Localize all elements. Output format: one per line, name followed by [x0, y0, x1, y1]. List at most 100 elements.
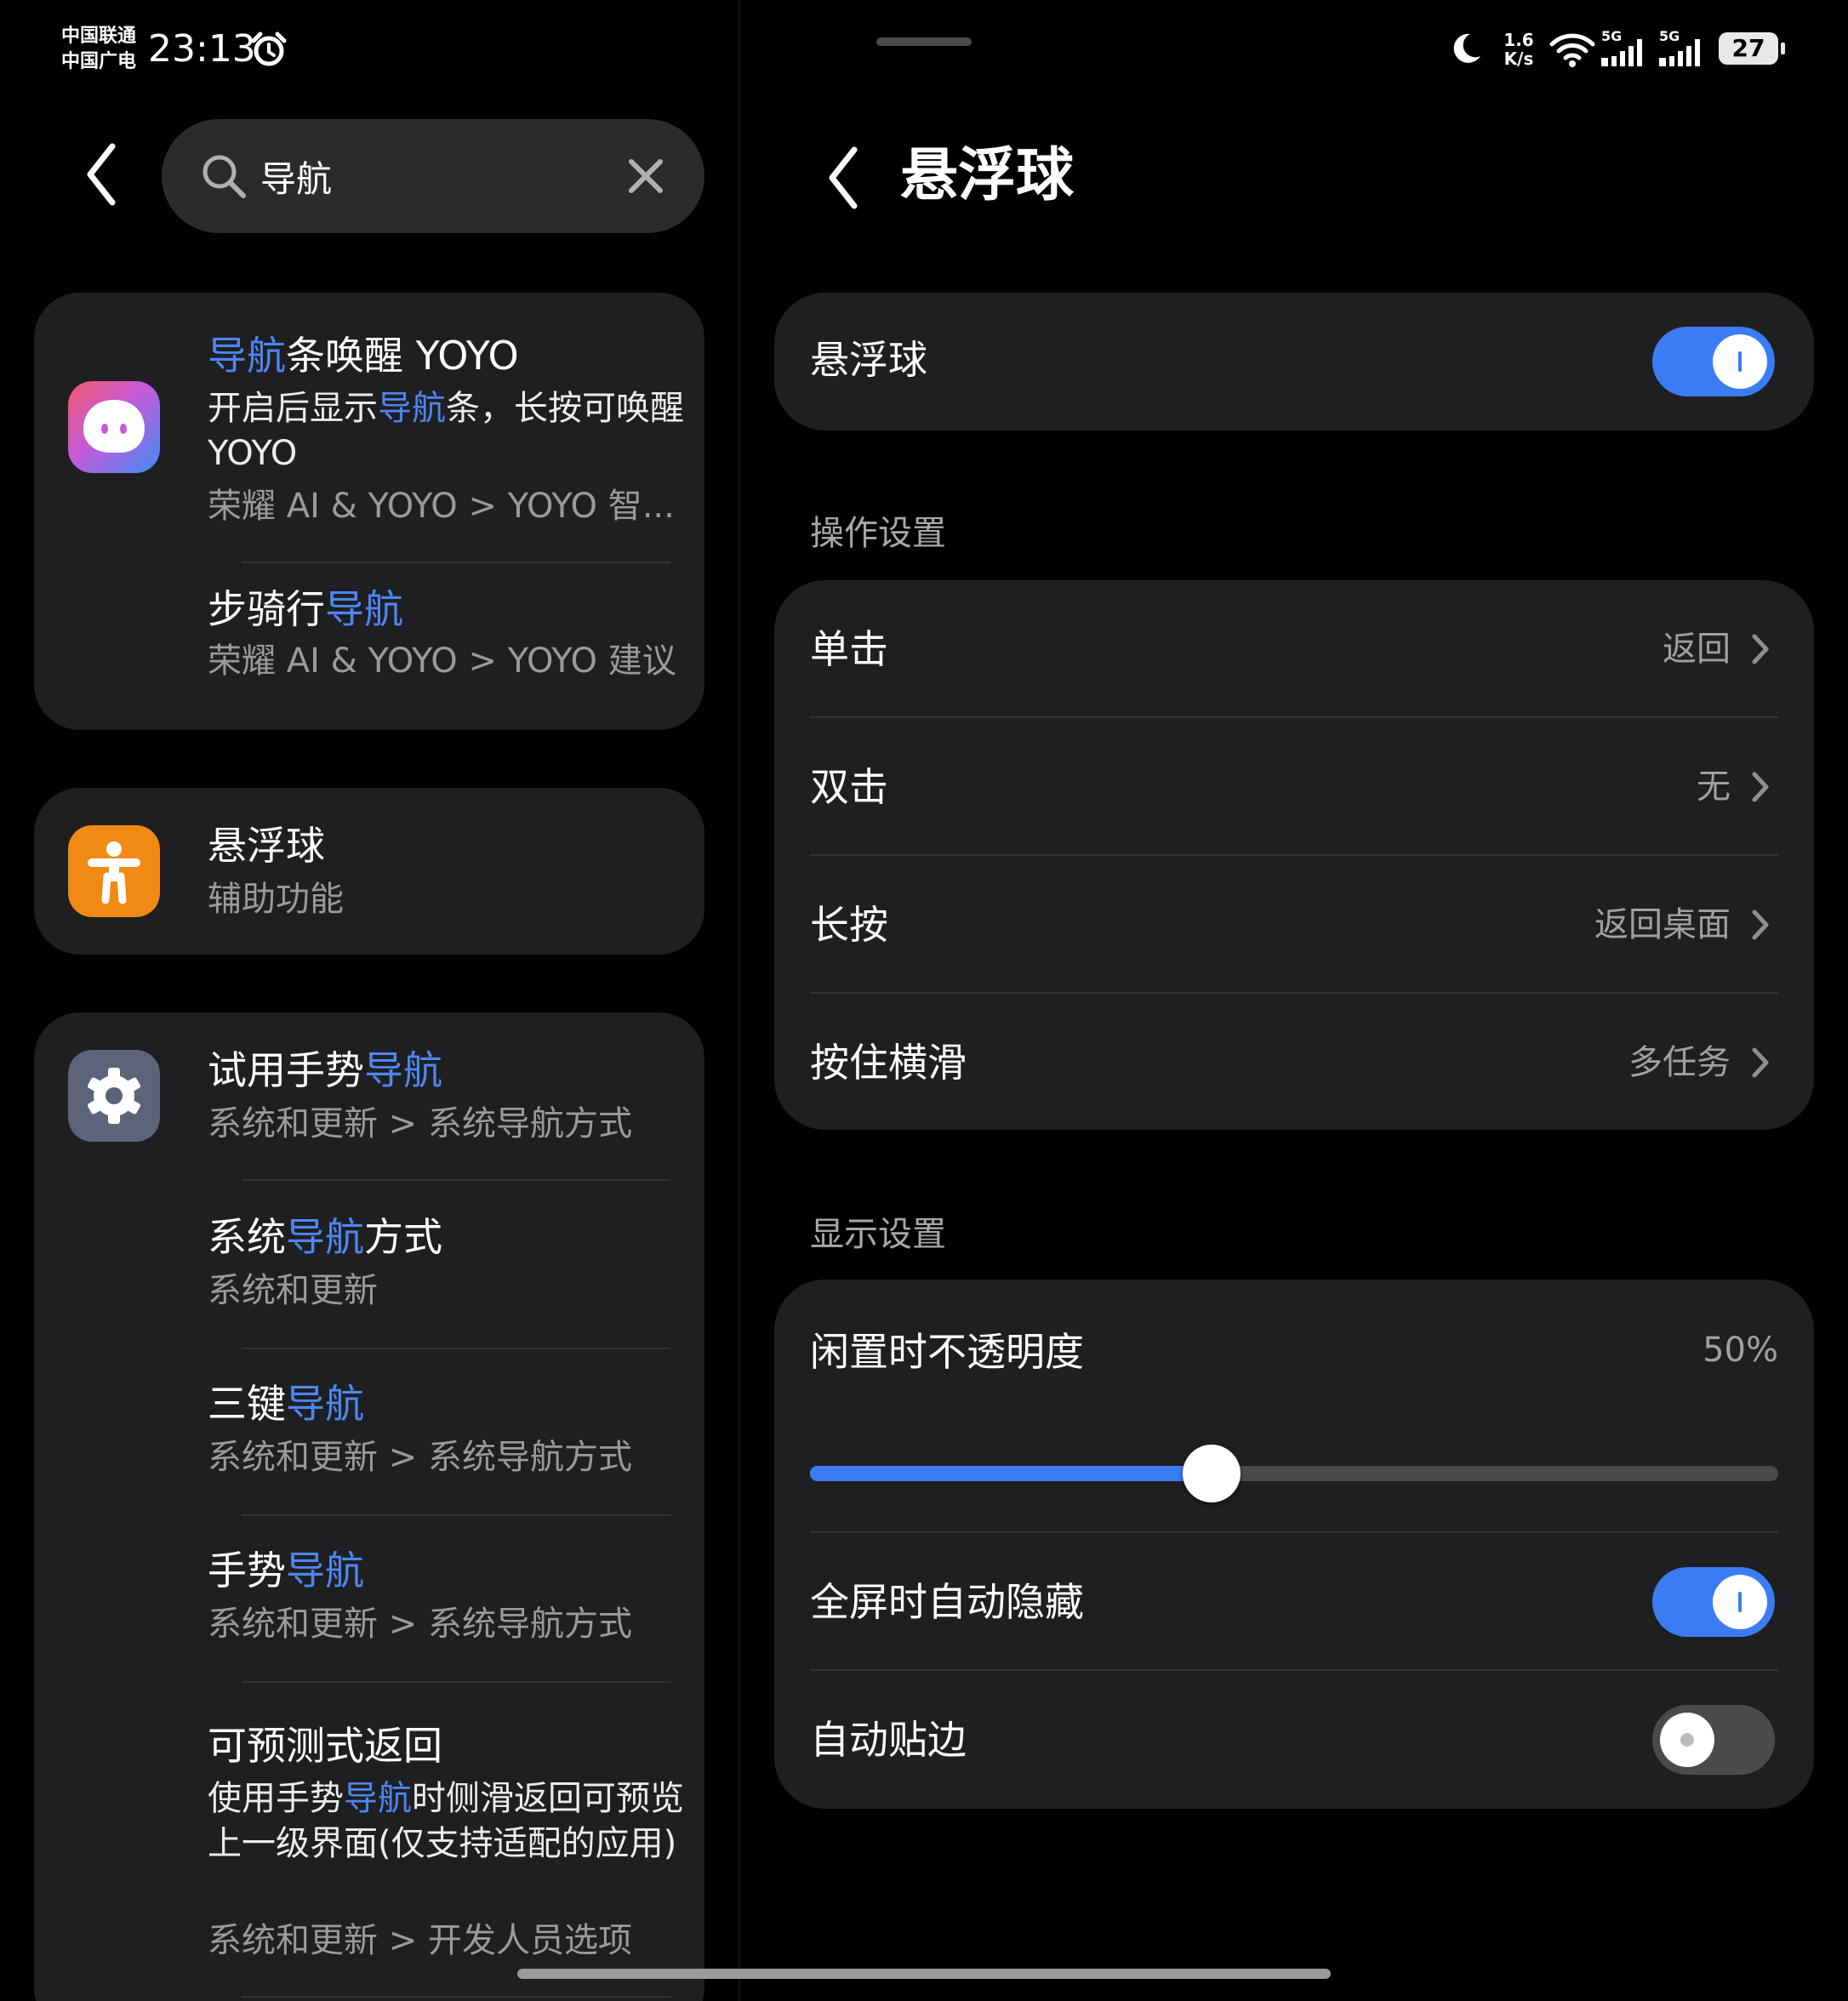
result-path: 系统和更新 [208, 1271, 378, 1310]
result-item[interactable]: 试用手势导航 系统和更新 > 系统导航方式 [34, 1012, 704, 1179]
title-part: 导航 [286, 1548, 364, 1593]
title-part: 导航 [364, 1047, 442, 1093]
row-label: 单击 [810, 626, 888, 672]
result-group-navigation: 试用手势导航 系统和更新 > 系统导航方式 系统导航方式 系统和更新 三键导航 … [34, 1012, 704, 2001]
floating-ball-row[interactable]: 悬浮球 [774, 293, 1814, 430]
press-swipe-row[interactable]: 按住横滑 多任务 [774, 994, 1814, 1132]
chevron-right-icon [1752, 634, 1769, 664]
row-value: 返回 [1663, 630, 1731, 669]
back-chevron-icon[interactable] [78, 136, 126, 213]
home-indicator[interactable] [517, 1969, 1331, 1979]
yoyo-assistant-icon [68, 381, 160, 473]
network-type-1: 5G [1601, 28, 1622, 44]
result-divider [242, 1996, 670, 1998]
row-label: 长按 [810, 902, 888, 948]
title-part: 导航 [325, 586, 403, 632]
toggle-knob [1713, 1575, 1767, 1629]
result-item[interactable]: 系统导航方式 系统和更新 [34, 1181, 704, 1348]
chevron-right-icon [1752, 909, 1769, 940]
result-item[interactable]: 导航条唤醒 YOYO 开启后显示导航条，长按可唤醒 YOYO 荣耀 AI & Y… [34, 293, 704, 562]
result-title: 步骑行导航 [208, 584, 403, 635]
result-item[interactable]: 手势导航 系统和更新 > 系统导航方式 [34, 1516, 704, 1683]
opacity-slider-fill [810, 1466, 1212, 1481]
auto-edge-row[interactable]: 自动贴边 [774, 1671, 1814, 1809]
chevron-right-icon [1752, 772, 1769, 802]
result-title: 悬浮球 [208, 820, 325, 871]
title-part: 悬浮球 [208, 823, 325, 869]
result-path: 系统和更新 > 系统导航方式 [208, 1104, 632, 1143]
chevron-right-icon [1752, 1047, 1769, 1078]
result-title: 三键导航 [208, 1378, 364, 1429]
network-type-2: 5G [1659, 28, 1680, 44]
desc-part: 使用手势 [208, 1779, 344, 1818]
row-label: 全屏时自动隐藏 [810, 1579, 1084, 1625]
row-value: 多任务 [1628, 1043, 1731, 1082]
auto-edge-toggle[interactable] [1652, 1705, 1775, 1775]
result-title: 系统导航方式 [208, 1211, 442, 1263]
window-drag-handle[interactable] [876, 37, 972, 46]
search-bar[interactable] [162, 119, 704, 233]
result-item[interactable]: 步骑行导航 荣耀 AI & YOYO > YOYO 建议 [34, 563, 704, 730]
network-speed-unit: K/s [1503, 48, 1534, 69]
page-title: 悬浮球 [900, 142, 1075, 209]
opacity-slider-track[interactable] [810, 1466, 1778, 1481]
desc-part: 导航 [378, 389, 446, 428]
row-label: 按住横滑 [810, 1040, 967, 1086]
result-group-yoyo: 导航条唤醒 YOYO 开启后显示导航条，长按可唤醒 YOYO 荣耀 AI & Y… [34, 293, 704, 730]
opacity-value: 50% [1703, 1331, 1778, 1370]
desc-part: 导航 [344, 1779, 412, 1818]
network-speed: 1.6 K/s [1499, 31, 1538, 73]
desc-part: 开启后显示 [208, 389, 378, 428]
single-tap-row[interactable]: 单击 返回 [774, 580, 1814, 718]
title-part: 导航 [286, 1381, 364, 1427]
result-description: 开启后显示导航条，长按可唤醒 YOYO [208, 386, 684, 476]
long-press-row[interactable]: 长按 返回桌面 [774, 856, 1814, 994]
section-header-display: 显示设置 [810, 1215, 946, 1254]
title-part: 方式 [364, 1214, 442, 1260]
title-part: 系统 [208, 1214, 286, 1260]
clear-search-icon[interactable] [621, 151, 670, 201]
accessibility-icon [68, 825, 160, 917]
title-part: 试用手势 [208, 1047, 364, 1093]
battery-indicator: 27 [1719, 32, 1785, 65]
title-part: 导航 [286, 1214, 364, 1260]
section-header-operation: 操作设置 [810, 514, 946, 553]
result-item[interactable]: 可预测式返回 使用手势导航时侧滑返回可预览上一级界面(仅支持适配的应用) 系统和… [34, 1683, 704, 2001]
result-path: 系统和更新 > 开发人员选项 [208, 1921, 632, 1960]
result-group-accessibility: 悬浮球 辅助功能 [34, 788, 704, 955]
result-title: 试用手势导航 [208, 1045, 442, 1096]
row-value: 无 [1697, 767, 1731, 807]
double-tap-row[interactable]: 双击 无 [774, 718, 1814, 856]
toggle-knob [1660, 1713, 1714, 1767]
do-not-disturb-moon-icon [1453, 33, 1480, 63]
result-item[interactable]: 三键导航 系统和更新 > 系统导航方式 [34, 1349, 704, 1516]
network-speed-value: 1.6 [1503, 30, 1534, 50]
row-label: 自动贴边 [810, 1717, 967, 1763]
back-chevron-icon[interactable] [820, 140, 868, 216]
fullscreen-auto-hide-row[interactable]: 全屏时自动隐藏 [774, 1533, 1814, 1671]
main-toggle-card: 悬浮球 [774, 293, 1814, 430]
pane-divider [739, 0, 740, 2001]
result-path: 系统和更新 > 系统导航方式 [208, 1438, 632, 1477]
search-input[interactable] [260, 145, 601, 208]
carrier-info: 中国联通 中国广电 [61, 24, 136, 75]
title-part: 手势 [208, 1548, 286, 1593]
result-item[interactable]: 悬浮球 辅助功能 [34, 788, 704, 955]
row-label: 悬浮球 [810, 337, 927, 383]
wifi-icon [1549, 33, 1595, 67]
carrier-2: 中国广电 [61, 51, 137, 72]
result-path: 辅助功能 [208, 880, 344, 919]
opacity-slider-thumb[interactable] [1183, 1445, 1241, 1502]
search-icon [202, 155, 246, 198]
title-part: 导航 [208, 333, 286, 379]
result-title: 导航条唤醒 YOYO [208, 330, 519, 381]
floating-ball-toggle[interactable] [1652, 327, 1775, 396]
fullscreen-auto-hide-toggle[interactable] [1652, 1567, 1775, 1637]
title-part: 步骑行 [208, 586, 325, 632]
alarm-clock-icon [251, 31, 287, 66]
row-value: 返回桌面 [1594, 905, 1731, 944]
row-label: 闲置时不透明度 [810, 1329, 1084, 1375]
title-part: 条唤醒 YOYO [286, 333, 519, 379]
cellular-signal-2-icon: 5G [1659, 28, 1700, 66]
row-label: 双击 [810, 764, 888, 810]
